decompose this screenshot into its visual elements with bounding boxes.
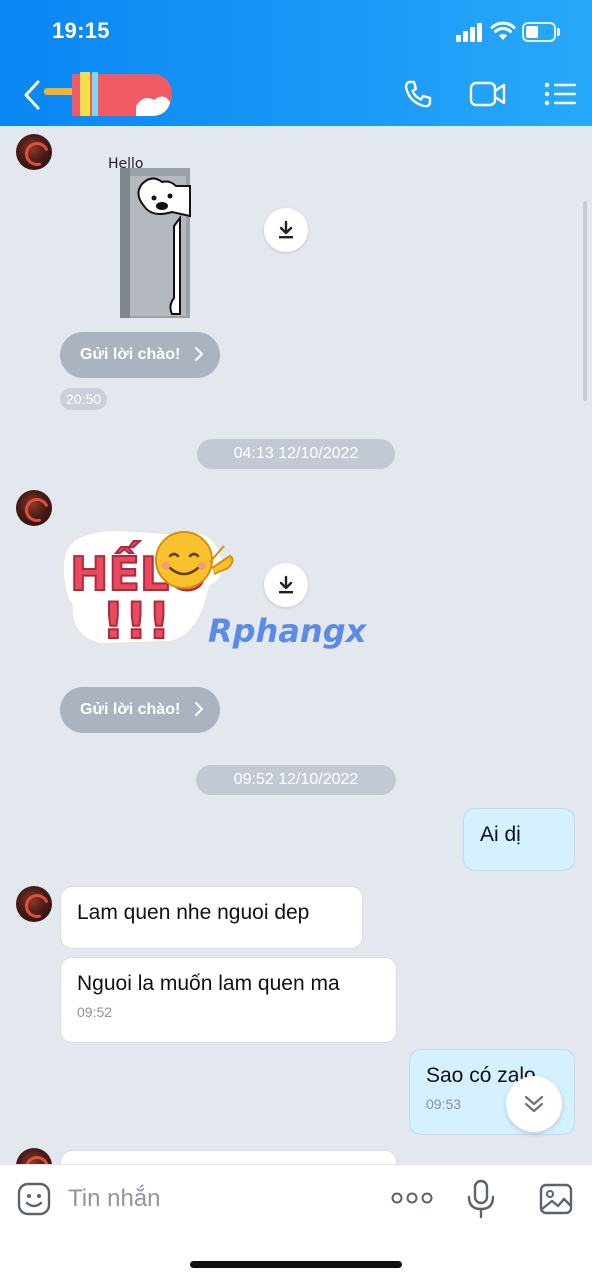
menu-list-icon[interactable] [540,76,580,112]
sticker-emoji-icon[interactable] [16,1181,52,1217]
chat-header: 19:15 [0,0,592,126]
greeting-label: Gửi lời chào! [80,346,181,363]
microphone-icon[interactable] [466,1179,496,1219]
helo-emoji-sticker[interactable]: HẾLO !!! Rphangx [60,516,400,656]
message-text: Lam quen nhe nguoi dep [77,901,310,924]
download-icon [279,575,293,594]
chevron-right-icon [195,347,204,361]
sticker-hello-text: Hello [108,156,144,172]
date-separator: 09:52 12/10/2022 [196,765,396,795]
avatar[interactable] [16,134,52,170]
message-time: 09:52 [77,1004,113,1020]
status-time: 19:15 [52,18,110,43]
message-input[interactable]: Tin nhắn [68,1185,161,1213]
incoming-message[interactable]: Lam quen nhe nguoi dep [60,886,363,949]
download-button[interactable] [264,208,308,252]
send-greeting-button[interactable]: Gửi lời chào! [60,332,220,378]
chevron-right-icon [195,702,204,716]
incoming-message[interactable]: Nguoi la muốn lam quen ma 09:52 [60,957,397,1043]
scrollbar[interactable] [583,201,587,401]
avatar[interactable] [16,886,52,922]
outgoing-message[interactable]: Ai dị [463,808,575,871]
download-icon [279,220,293,239]
double-chevron-down-icon [524,1095,544,1113]
battery-icon [522,22,560,42]
chat-area[interactable]: Hello Gửi lời chào! 20:50 04:13 12/10/20… [0,126,592,1164]
date-separator: 04:13 12/10/2022 [197,439,395,469]
video-call-icon[interactable] [468,76,508,112]
avatar[interactable] [16,1148,52,1164]
hello-bear-sticker[interactable]: Hello [100,146,196,318]
more-options-icon[interactable] [390,1185,434,1211]
scroll-to-bottom-button[interactable] [506,1076,562,1132]
home-indicator [190,1261,402,1268]
popsicle-sticker-avatar[interactable] [44,66,176,122]
download-button[interactable] [264,563,308,607]
sticker-exclaim-text: !!! [102,592,170,650]
message-text: Nguoi la muốn lam quen ma [77,972,340,995]
incoming-message[interactable] [60,1150,397,1164]
avatar[interactable] [16,490,52,526]
message-input-bar: Tin nhắn [0,1164,592,1280]
message-time: 20:50 [60,388,108,410]
image-gallery-icon[interactable] [538,1181,574,1217]
send-greeting-button[interactable]: Gửi lời chào! [60,687,220,733]
wifi-icon [490,21,516,40]
greeting-label: Gửi lời chào! [80,701,181,718]
message-text: Ai dị [480,823,521,846]
phone-icon[interactable] [398,76,438,112]
signal-icon [456,22,484,42]
watermark-text: Rphangx [208,612,368,650]
